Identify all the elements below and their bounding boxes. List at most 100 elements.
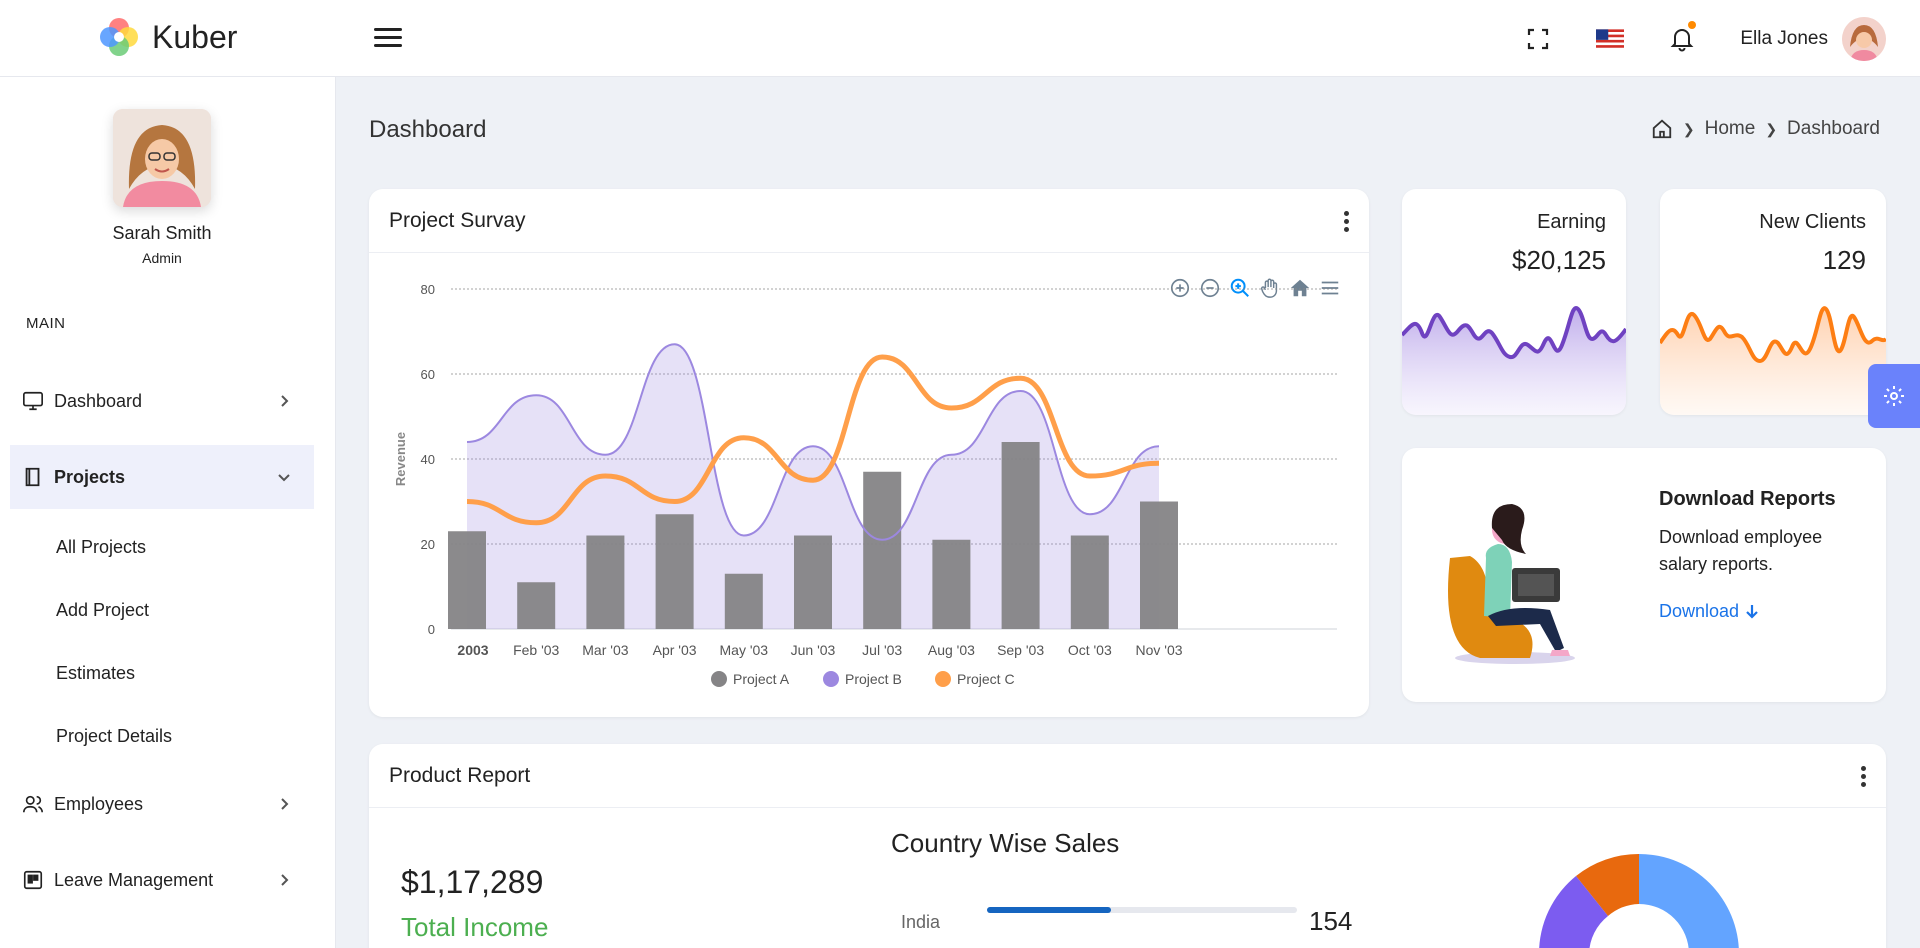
x-tick-label: Jul '03 [862, 642, 902, 658]
bar-project-a [1070, 535, 1109, 629]
monitor-icon [23, 391, 43, 411]
x-tick-label: Feb '03 [513, 642, 559, 658]
download-link[interactable]: Download [1659, 601, 1760, 622]
chevron-right-icon [281, 798, 289, 810]
reading-woman-illustration [1448, 504, 1575, 664]
breadcrumb-separator: ❯ [1682, 120, 1695, 137]
sidebar-item-label: Employees [54, 793, 144, 814]
new-clients-value: 129 [1822, 245, 1866, 275]
x-tick-label: Jun '03 [791, 642, 836, 658]
earning-value: $20,125 [1512, 245, 1606, 275]
sidebar-item-dashboard[interactable]: Dashboard [10, 369, 314, 433]
project-survey-chart: 0 20 40 60 80 Revenue 2003 Feb '03 Mar '03 Apr '0… [393, 282, 1337, 687]
y-axis-title: Revenue [393, 432, 408, 486]
settings-panel-toggle[interactable] [1868, 364, 1920, 428]
x-tick-label: 2003 [457, 642, 488, 658]
x-tick-label: Nov '03 [1135, 642, 1182, 658]
sidebar-item-projects[interactable]: Projects [10, 445, 314, 509]
new-clients-label: New Clients [1759, 211, 1866, 233]
page-title: Dashboard [369, 116, 487, 143]
profile-name: Sarah Smith [112, 223, 212, 243]
top-header: Kuber Ella Jones [0, 0, 1920, 77]
bar-project-a [517, 582, 556, 629]
profile-avatar[interactable] [113, 109, 211, 207]
x-tick-label: Aug '03 [928, 642, 975, 658]
legend-label: Project B [845, 671, 902, 687]
total-income-label: Total Income [401, 912, 549, 942]
y-tick-label: 80 [421, 282, 435, 297]
sidebar-subitem-add-project[interactable]: Add Project [56, 600, 149, 621]
bar-project-a [1001, 442, 1040, 629]
bar-project-a [586, 535, 625, 629]
brand[interactable]: Kuber [98, 16, 237, 58]
legend-label: Project A [733, 671, 790, 687]
bar-project-a [1140, 501, 1178, 629]
arrow-down-icon [1746, 605, 1758, 619]
chevron-right-icon [281, 395, 289, 407]
download-reports-card: Download Reports Download employee salar… [1402, 448, 1886, 702]
breadcrumb-current: Dashboard [1787, 118, 1880, 139]
chevron-down-icon [278, 474, 290, 482]
download-title: Download Reports [1659, 488, 1836, 510]
legend-marker [935, 671, 951, 687]
country-progress-bar [987, 907, 1297, 913]
breadcrumb-home[interactable]: Home [1705, 118, 1756, 140]
section-label-main: MAIN [26, 315, 66, 332]
download-description: Download employee salary reports. [1659, 527, 1823, 574]
country-progress-fill [987, 907, 1111, 913]
sidebar-item-employees[interactable]: Employees [10, 772, 314, 836]
card-title: Product Report [389, 764, 531, 787]
y-tick-label: 0 [428, 622, 435, 637]
bar-project-a [448, 531, 486, 629]
user-avatar[interactable] [1842, 16, 1886, 61]
y-tick-label: 20 [421, 537, 435, 552]
app-name: Kuber [152, 18, 238, 55]
users-icon [23, 795, 43, 813]
x-tick-label: Oct '03 [1068, 642, 1112, 658]
project-survey-card: Project Survay 0 20 40 60 80 Revenue 2003 Feb '… [369, 189, 1369, 717]
earning-label: Earning [1537, 211, 1606, 233]
sidebar: Sarah Smith Admin MAIN Dashboard Project… [0, 77, 336, 948]
sidebar-item-label: Projects [54, 466, 126, 487]
sidebar-subitem-all-projects[interactable]: All Projects [56, 537, 146, 558]
sales-donut-chart [1539, 853, 1739, 948]
x-tick-label: Sep '03 [997, 642, 1044, 658]
legend-marker [823, 671, 839, 687]
bell-icon[interactable] [1668, 20, 1697, 53]
bar-project-a [794, 535, 832, 629]
book-icon [25, 467, 40, 487]
country-name: India [901, 912, 941, 932]
y-tick-label: 40 [421, 452, 435, 467]
profile-role: Admin [142, 250, 182, 266]
earning-sparkline [1402, 306, 1626, 415]
us-flag-icon[interactable] [1596, 25, 1625, 53]
board-icon [23, 870, 43, 890]
sidebar-subitem-estimates[interactable]: Estimates [56, 663, 135, 684]
breadcrumb: ❯ Home ❯ Dashboard [1651, 118, 1880, 140]
bar-project-a [655, 514, 694, 629]
new-clients-sparkline [1660, 306, 1886, 415]
product-report-card: Product Report $1,17,289 Total Income Co… [369, 744, 1886, 948]
country-value: 154 [1309, 906, 1353, 936]
x-tick-label: Apr '03 [653, 642, 697, 658]
sidebar-item-leave-management[interactable]: Leave Management [10, 848, 314, 912]
fullscreen-icon[interactable] [1524, 25, 1552, 53]
menu-toggle-button[interactable] [374, 28, 402, 50]
bar-project-a [724, 573, 763, 629]
x-tick-label: Mar '03 [582, 642, 628, 658]
earning-card: Earning $20,125 [1402, 189, 1626, 415]
legend-label: Project C [957, 671, 1015, 687]
sidebar-subitem-project-details[interactable]: Project Details [56, 726, 172, 747]
home-icon[interactable] [1651, 118, 1673, 140]
bar-project-a [932, 539, 971, 629]
notification-dot [1688, 20, 1697, 29]
logo-icon [100, 18, 138, 56]
legend-marker [711, 671, 727, 687]
sidebar-item-label: Leave Management [54, 869, 214, 890]
chevron-right-icon [281, 874, 289, 886]
total-income-amount: $1,17,289 [401, 864, 544, 900]
x-tick-label: May '03 [720, 642, 769, 658]
download-link-label: Download [1659, 601, 1740, 621]
user-name[interactable]: Ella Jones [1740, 28, 1828, 50]
more-vertical-icon[interactable] [1858, 766, 1868, 790]
